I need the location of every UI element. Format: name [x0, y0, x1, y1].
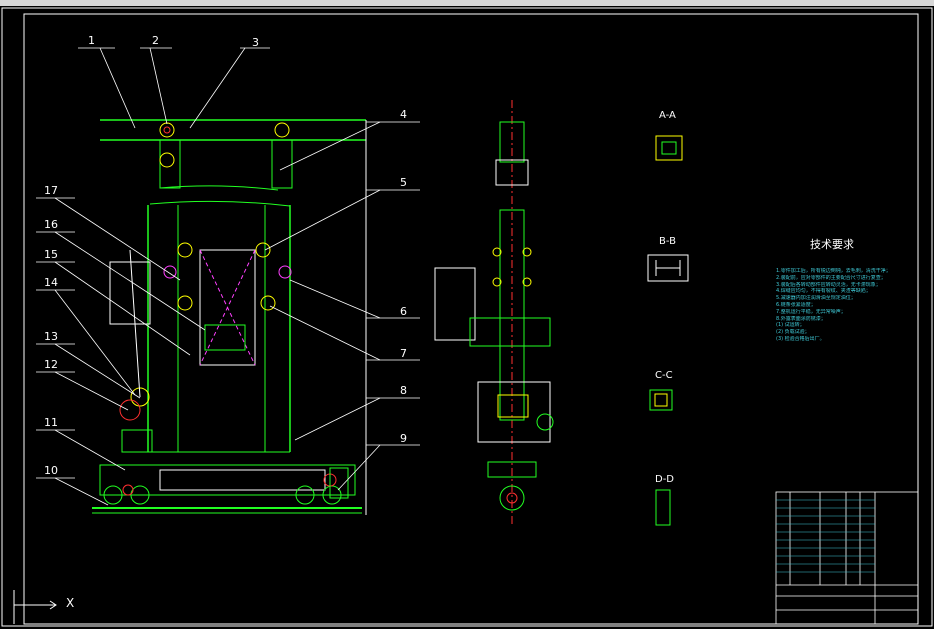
part-label-3: 3 [252, 36, 259, 49]
section-aa [655, 135, 683, 161]
part-label-8: 8 [400, 384, 407, 397]
tech-line: 3.装配后各转动部件应转动灵活，无卡滞现象； [776, 281, 881, 288]
part-label-5: 5 [400, 176, 407, 189]
tech-line: 1.零件加工后，所有锐边倒钝，去毛刺，清洗干净； [776, 268, 891, 274]
tech-line: 5.减速器内加注润滑油至规定油位； [776, 295, 856, 302]
title-block [775, 491, 919, 625]
part-label-17: 17 [44, 184, 58, 197]
part-label-1: 1 [88, 34, 95, 47]
tech-line: 6.链条张紧适度； [776, 301, 816, 308]
section-title-cc: C-C [655, 370, 673, 381]
ucs-x-label: X [66, 596, 75, 610]
leader-lines [36, 47, 420, 506]
tech-line: 8.外露表面涂防锈漆； [776, 315, 826, 322]
section-title-aa: A-A [659, 110, 676, 121]
part-label-2: 2 [152, 34, 159, 47]
technical-requirements-text: 1.零件加工后，所有锐边倒钝，去毛刺，清洗干净； 2.装配前，应对零部件的主要配… [776, 268, 911, 343]
section-bb [647, 254, 689, 282]
part-label-13: 13 [44, 330, 58, 343]
part-label-15: 15 [44, 248, 58, 261]
tech-line: 2.装配前，应对零部件的主要配合尺寸进行复查； [776, 274, 886, 281]
part-label-16: 16 [44, 218, 58, 231]
part-label-9: 9 [400, 432, 407, 445]
part-label-4: 4 [400, 108, 407, 121]
tech-line: (3) 检验合格后出厂。 [776, 335, 825, 342]
section-cc [649, 389, 673, 411]
part-label-10: 10 [44, 464, 58, 477]
section-title-dd: D-D [655, 474, 675, 485]
part-label-6: 6 [400, 305, 407, 318]
front-view [92, 119, 367, 515]
part-label-14: 14 [44, 276, 58, 289]
tech-line: (1) 试运转； [776, 322, 805, 329]
technical-requirements-title: 技术要求 [810, 238, 854, 251]
part-label-12: 12 [44, 358, 58, 371]
tech-line: 7.整机运行平稳，无异常噪声； [776, 308, 846, 315]
side-view [434, 100, 554, 525]
section-title-bb: B-B [659, 236, 676, 247]
tech-line: (2) 负载试验； [776, 329, 810, 336]
section-dd [655, 489, 671, 526]
ucs-axis-icon [13, 590, 57, 624]
tech-line: 4.焊缝应均匀，不得有裂纹、夹渣等缺陷； [776, 288, 871, 295]
part-label-7: 7 [400, 347, 407, 360]
part-label-11: 11 [44, 416, 58, 429]
